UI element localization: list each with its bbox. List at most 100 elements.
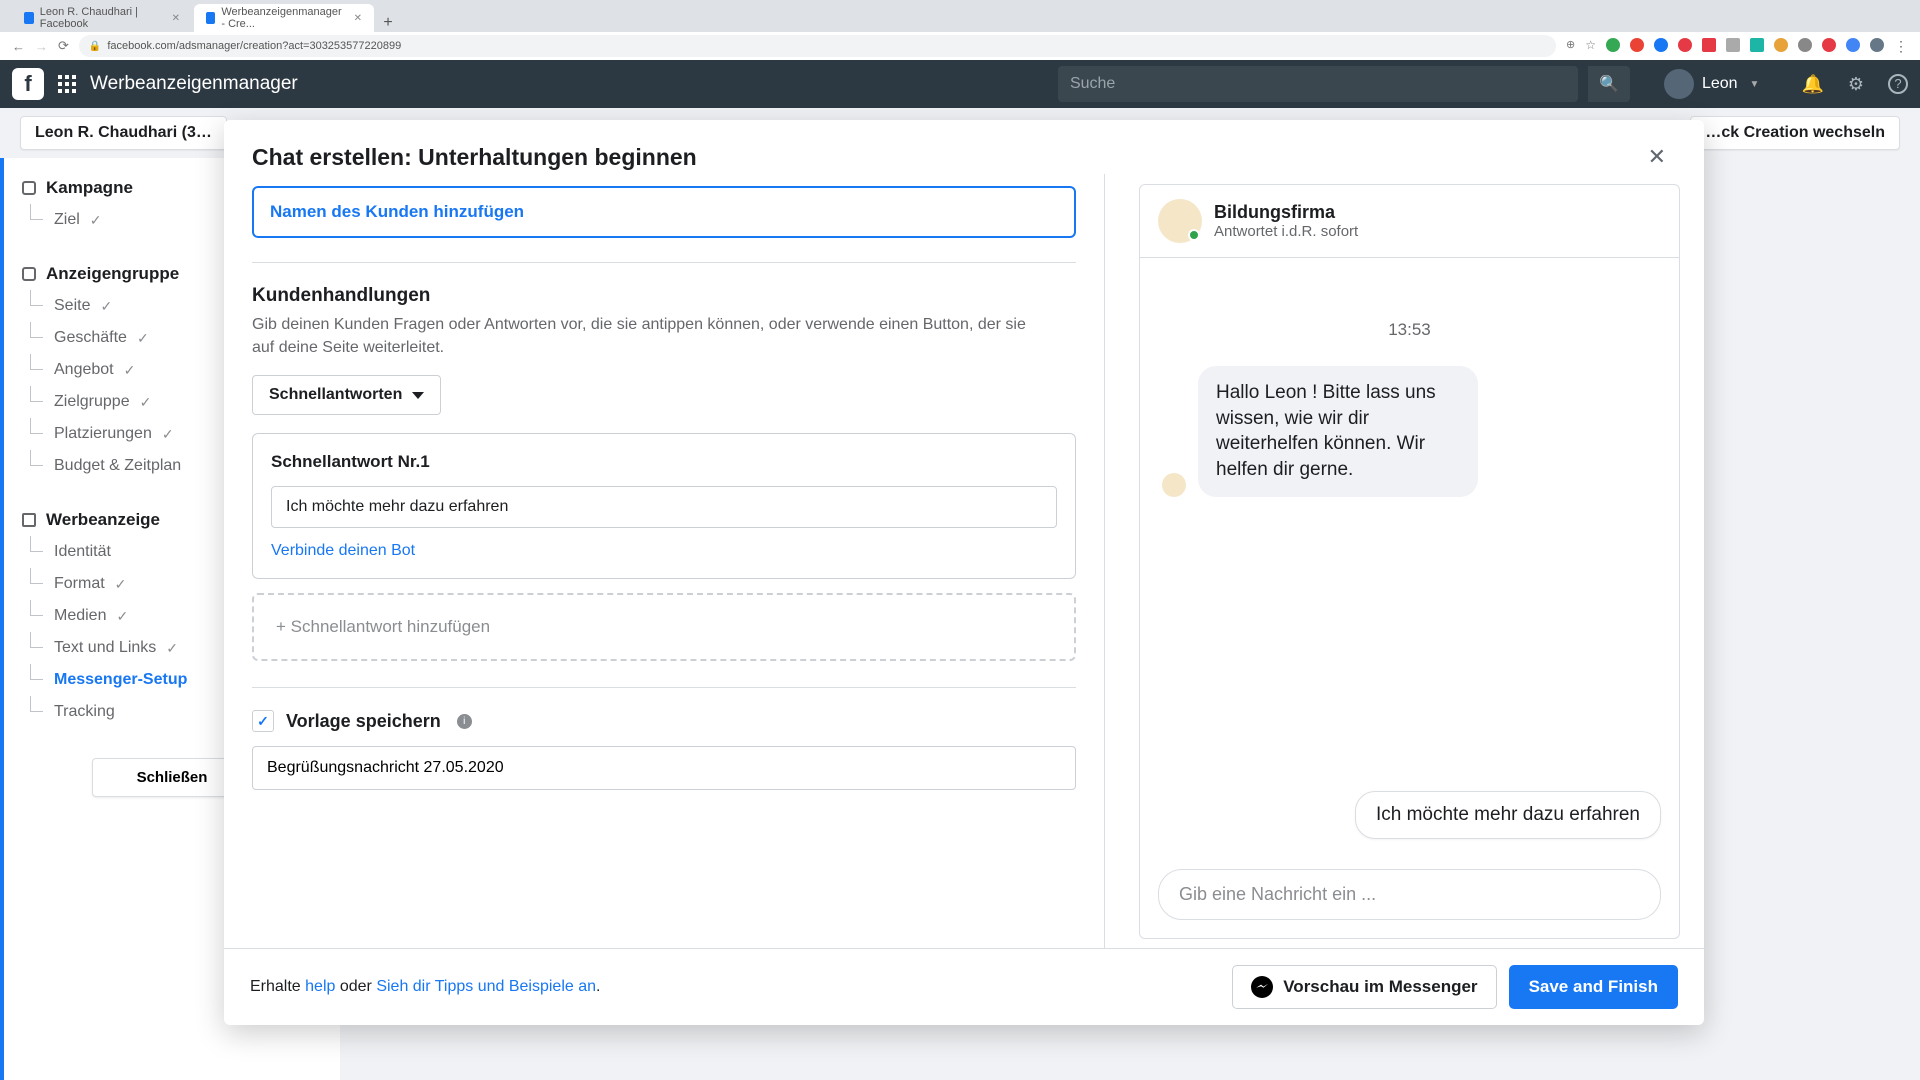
quick-replies-dropdown[interactable]: Schnellantworten — [252, 375, 441, 415]
customer-name-input[interactable]: Namen des Kunden hinzufügen — [252, 186, 1076, 238]
search-button[interactable]: 🔍 — [1588, 66, 1630, 102]
brand-avatar-icon — [1158, 199, 1202, 243]
section-icon — [22, 181, 36, 195]
reload-icon[interactable]: ⟳ — [58, 38, 69, 54]
facebook-header: f Werbeanzeigenmanager Suche 🔍 Leon ▼ 🔔 … — [0, 60, 1920, 108]
gear-icon[interactable]: ⚙ — [1848, 74, 1864, 95]
check-icon: ✓ — [162, 426, 174, 443]
search-input[interactable]: Suche — [1058, 66, 1578, 102]
extension-icon[interactable] — [1774, 38, 1788, 52]
message-avatar-icon — [1162, 473, 1186, 497]
search-icon: 🔍 — [1599, 74, 1619, 94]
section-icon — [22, 267, 36, 281]
brand-subtitle: Antwortet i.d.R. sofort — [1214, 223, 1358, 240]
browser-tab-1[interactable]: Leon R. Chaudhari | Facebook ✕ — [12, 4, 192, 32]
quick-reply-title: Schnellantwort Nr.1 — [271, 452, 1057, 472]
connect-bot-link[interactable]: Verbinde deinen Bot — [271, 542, 1057, 560]
save-finish-button[interactable]: Save and Finish — [1509, 965, 1678, 1009]
account-selector[interactable]: Leon R. Chaudhari (3… — [20, 116, 227, 150]
header-icons: 🔔 ⚙ ? — [1801, 74, 1908, 95]
new-tab-button[interactable]: + — [376, 14, 400, 32]
template-name-input[interactable] — [252, 746, 1076, 790]
facebook-favicon — [24, 12, 34, 24]
close-icon[interactable]: ✕ — [172, 13, 180, 24]
check-icon: ✓ — [166, 640, 178, 657]
extension-icons: ⊕ ☆ ⋮ — [1566, 38, 1908, 55]
forward-icon[interactable]: → — [35, 39, 48, 54]
extension-icon[interactable] — [1630, 38, 1644, 52]
extension-icon[interactable] — [1726, 38, 1740, 52]
modal-right-panel: Bildungsfirma Antwortet i.d.R. sofort 13… — [1105, 174, 1704, 948]
extension-icon[interactable] — [1606, 38, 1620, 52]
quick-reply-input[interactable] — [271, 486, 1057, 528]
save-template-checkbox[interactable]: ✓ — [252, 710, 274, 732]
online-status-icon — [1188, 229, 1200, 241]
message-input[interactable]: Gib eine Nachricht ein ... — [1158, 869, 1661, 920]
browser-tab-2[interactable]: Werbeanzeigenmanager - Cre... ✕ — [194, 4, 374, 32]
extension-icon[interactable] — [1678, 38, 1692, 52]
extension-icon[interactable] — [1750, 38, 1764, 52]
close-icon[interactable]: ✕ — [354, 13, 362, 24]
address-bar[interactable]: 🔒 facebook.com/adsmanager/creation?act=3… — [79, 35, 1556, 57]
check-icon: ✓ — [116, 608, 128, 625]
browser-chrome: Leon R. Chaudhari | Facebook ✕ Werbeanze… — [0, 0, 1920, 60]
message-row: Hallo Leon ! Bitte lass uns wissen, wie … — [1162, 366, 1657, 497]
section-heading: Kundenhandlungen — [252, 285, 1076, 307]
back-icon[interactable]: ← — [12, 39, 25, 54]
quick-reply-chip[interactable]: Ich möchte mehr dazu erfahren — [1355, 791, 1661, 839]
add-quick-reply-button[interactable]: Schnellantwort hinzufügen — [252, 593, 1076, 661]
zoom-icon[interactable]: ⊕ — [1566, 38, 1575, 55]
chat-create-modal: Chat erstellen: Unterhaltungen beginnen … — [224, 120, 1704, 1025]
bell-icon[interactable]: 🔔 — [1801, 74, 1823, 95]
info-icon[interactable]: i — [457, 714, 472, 729]
help-icon[interactable]: ? — [1888, 74, 1908, 94]
tab-title: Werbeanzeigenmanager - Cre... — [221, 6, 343, 30]
section-description: Gib deinen Kunden Fragen oder Antworten … — [252, 313, 1052, 359]
check-icon: ✓ — [140, 394, 152, 411]
help-text: Erhalte help oder Sieh dir Tipps und Bei… — [250, 978, 600, 996]
timestamp: 13:53 — [1162, 320, 1657, 340]
check-icon: ✓ — [100, 298, 112, 315]
star-icon[interactable]: ☆ — [1585, 38, 1596, 55]
section-icon — [22, 513, 36, 527]
browser-tabs: Leon R. Chaudhari | Facebook ✕ Werbeanze… — [0, 0, 1920, 32]
save-template-label: Vorlage speichern — [286, 711, 441, 732]
tips-link[interactable]: Sieh dir Tipps und Beispiele an — [376, 978, 596, 995]
brand-name: Bildungsfirma — [1214, 202, 1358, 223]
apps-grid-icon[interactable] — [58, 75, 76, 93]
browser-toolbar: ← → ⟳ 🔒 facebook.com/adsmanager/creation… — [0, 32, 1920, 60]
tab-title: Leon R. Chaudhari | Facebook — [40, 6, 162, 30]
creation-mode-toggle[interactable]: …ck Creation wechseln — [1690, 116, 1900, 150]
app-title: Werbeanzeigenmanager — [90, 73, 298, 95]
extension-icon[interactable] — [1702, 38, 1716, 52]
search-placeholder: Suche — [1070, 75, 1115, 93]
extension-icon[interactable] — [1846, 38, 1860, 52]
check-icon: ✓ — [115, 576, 127, 593]
extension-icon[interactable] — [1798, 38, 1812, 52]
extension-icon[interactable] — [1822, 38, 1836, 52]
messenger-preview: Bildungsfirma Antwortet i.d.R. sofort 13… — [1139, 184, 1680, 939]
chevron-down-icon — [412, 392, 424, 399]
profile-avatar-icon[interactable] — [1870, 38, 1884, 52]
check-icon: ✓ — [137, 330, 149, 347]
facebook-favicon — [206, 12, 215, 24]
help-link[interactable]: help — [305, 978, 335, 995]
chevron-down-icon: ▼ — [1750, 79, 1760, 90]
preview-messenger-button[interactable]: Vorschau im Messenger — [1232, 965, 1496, 1009]
url-text: facebook.com/adsmanager/creation?act=303… — [107, 40, 401, 52]
quick-reply-card: Schnellantwort Nr.1 Verbinde deinen Bot — [252, 433, 1076, 579]
messenger-icon — [1251, 976, 1273, 998]
menu-icon[interactable]: ⋮ — [1894, 38, 1908, 55]
user-avatar-icon — [1664, 69, 1694, 99]
modal-title: Chat erstellen: Unterhaltungen beginnen — [252, 144, 697, 171]
message-bubble: Hallo Leon ! Bitte lass uns wissen, wie … — [1198, 366, 1478, 497]
check-icon: ✓ — [90, 212, 102, 229]
extension-icon[interactable] — [1654, 38, 1668, 52]
modal-footer: Erhalte help oder Sieh dir Tipps und Bei… — [224, 948, 1704, 1025]
close-icon[interactable]: ✕ — [1638, 140, 1676, 174]
check-icon: ✓ — [124, 362, 136, 379]
facebook-logo-icon[interactable]: f — [12, 68, 44, 100]
modal-left-panel: Namen des Kunden hinzufügen Kundenhandlu… — [224, 174, 1104, 948]
lock-icon: 🔒 — [89, 41, 101, 52]
user-menu[interactable]: Leon ▼ — [1664, 69, 1760, 99]
